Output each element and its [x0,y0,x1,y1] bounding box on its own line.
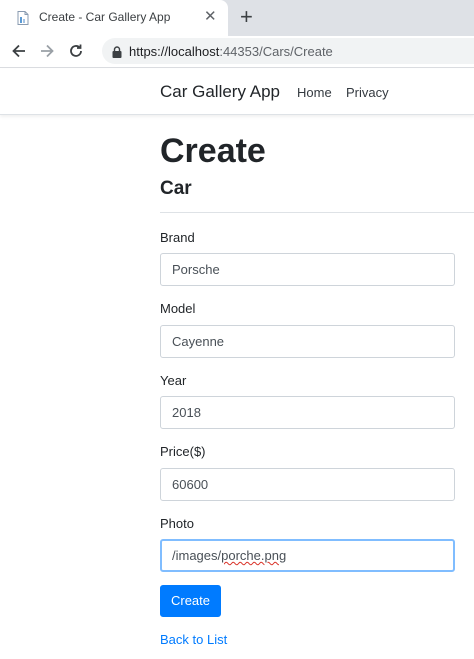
plus-icon[interactable]: + [240,5,253,29]
back-to-list-link[interactable]: Back to List [160,632,227,647]
tab-title: Create - Car Gallery App [39,10,171,24]
model-field[interactable]: Cayenne [160,325,455,358]
address-bar[interactable]: https://localhost:44353/Cars/Create [102,38,474,64]
year-label: Year [160,373,187,388]
nav-link-home[interactable]: Home [297,85,332,100]
photo-value-prefix: /images/ [172,548,222,563]
divider [160,212,474,213]
url-path: :44353/Cars/Create [219,44,333,59]
photo-field[interactable]: /images/porche.png [160,539,455,572]
url-host: https://localhost [129,44,220,59]
forward-arrow-icon[interactable] [37,41,57,61]
brand-field[interactable]: Porsche [160,253,455,286]
navbar-brand[interactable]: Car Gallery App [160,82,280,102]
url-text: https://localhost:44353/Cars/Create [129,44,333,59]
browser-tabstrip: Create - Car Gallery App ✕ + [0,0,474,36]
close-icon[interactable]: ✕ [204,9,217,25]
photo-label: Photo [160,516,194,531]
brand-label: Brand [160,230,195,245]
create-button[interactable]: Create [160,585,221,617]
browser-toolbar: https://localhost:44353/Cars/Create [0,36,474,68]
lock-icon[interactable] [111,45,123,58]
page-favicon-icon [15,10,31,26]
app-navbar: Car Gallery App Home Privacy [0,69,474,115]
browser-tab[interactable]: Create - Car Gallery App ✕ [0,0,228,36]
price-label: Price($) [160,444,206,459]
year-field[interactable]: 2018 [160,396,455,429]
back-arrow-icon[interactable] [9,41,29,61]
reload-icon[interactable] [66,41,86,61]
photo-value-filename: porche.png [221,548,287,563]
price-field[interactable]: 60600 [160,468,455,501]
nav-link-privacy[interactable]: Privacy [346,85,389,100]
page-subtitle: Car [160,178,192,199]
model-label: Model [160,301,196,316]
page-title: Create [160,132,266,170]
